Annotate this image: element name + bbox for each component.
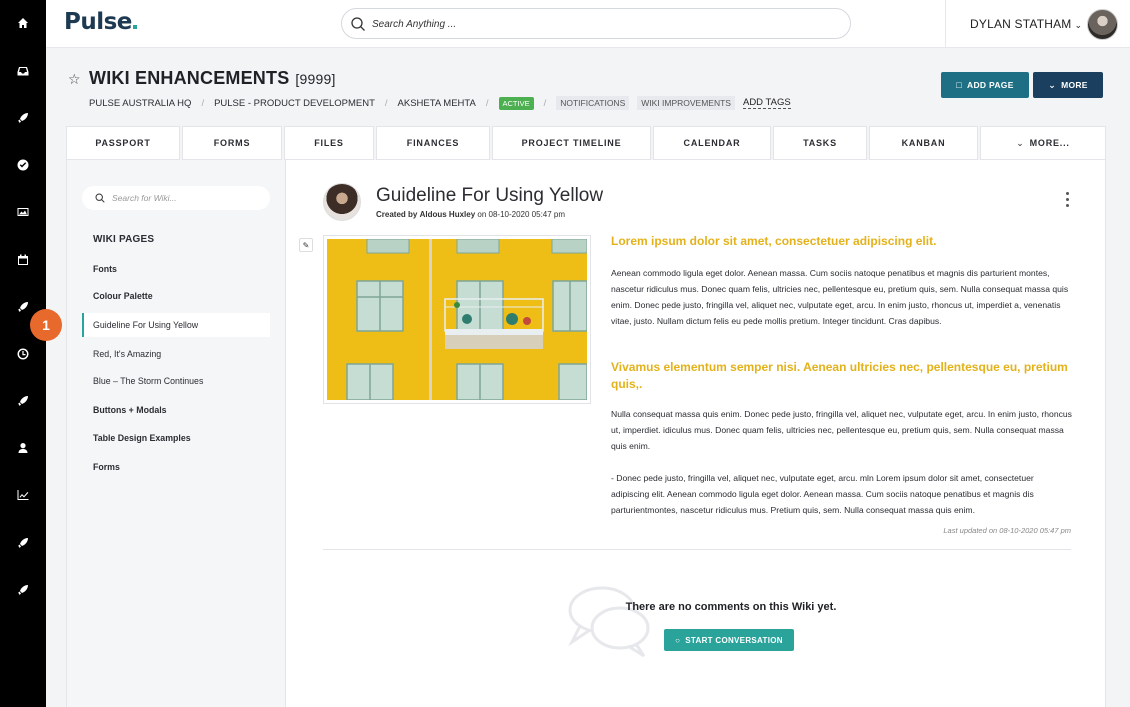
wiki-pages-heading: WIKI PAGES <box>93 234 155 245</box>
page-title: WIKI ENHANCEMENTS [9999] <box>89 68 336 88</box>
last-updated: Last updated on 08-10-2020 05:47 pm <box>943 526 1071 535</box>
wiki-page-item[interactable]: Red, It's Amazing <box>82 342 270 366</box>
main-panel: WIKI PAGES Fonts Colour Palette Guidelin… <box>66 160 1106 707</box>
tab-project-timeline[interactable]: PROJECT TIMELINE <box>492 126 651 160</box>
search-icon <box>95 193 105 203</box>
start-conversation-button[interactable]: ○ START CONVERSATION <box>664 629 794 651</box>
author-avatar[interactable] <box>323 183 361 221</box>
user-avatar[interactable] <box>1087 9 1118 40</box>
left-rail <box>0 0 46 707</box>
created-by: Created by Aldous Huxley on 08-10-2020 0… <box>376 210 566 219</box>
wiki-page-item[interactable]: Buttons + Modals <box>82 398 270 422</box>
pencil-icon[interactable]: ✎ <box>299 238 313 252</box>
tab-kanban[interactable]: KANBAN <box>869 126 978 160</box>
tab-passport[interactable]: PASSPORT <box>66 126 180 160</box>
wiki-title: Guideline For Using Yellow <box>376 185 604 206</box>
top-bar: Pulse DYLAN STATHAM⌄ <box>46 0 1130 48</box>
chat-bubble-icon: ○ <box>675 635 681 645</box>
global-search-input[interactable] <box>372 15 812 33</box>
tab-calendar[interactable]: CALENDAR <box>653 126 771 160</box>
breadcrumb: PULSE AUSTRALIA HQ / PULSE - PRODUCT DEV… <box>89 96 791 110</box>
comments-empty-icon <box>568 586 650 658</box>
tab-bar: PASSPORT FORMS FILES FINANCES PROJECT TI… <box>66 126 1106 160</box>
divider <box>945 0 946 48</box>
breadcrumb-item[interactable]: PULSE - PRODUCT DEVELOPMENT <box>214 98 375 109</box>
user-menu[interactable]: DYLAN STATHAM ⌄ <box>970 17 1082 31</box>
wiki-page-item[interactable]: Forms <box>82 455 270 479</box>
breadcrumb-item[interactable]: PULSE AUSTRALIA HQ <box>89 98 191 109</box>
yellow-building-photo <box>327 238 588 401</box>
wiki-page-item[interactable]: Blue – The Storm Continues <box>82 369 270 393</box>
breadcrumb-item[interactable]: AKSHETA MEHTA <box>398 98 476 109</box>
tab-forms[interactable]: FORMS <box>182 126 282 160</box>
wiki-page-item-selected[interactable]: Guideline For Using Yellow <box>82 313 270 337</box>
chevron-down-icon: ⌄ <box>1048 79 1057 90</box>
chevron-down-icon: ⌄ <box>1074 20 1083 30</box>
calendar-icon[interactable] <box>0 248 46 272</box>
paragraph-1: Aenean commodo ligula eget dolor. Aenean… <box>611 268 1069 326</box>
wiki-image <box>323 235 591 404</box>
rocket-icon[interactable] <box>0 578 46 602</box>
tab-tasks[interactable]: TASKS <box>773 126 867 160</box>
divider <box>323 549 1071 550</box>
paragraph-3: - Donec pede justo, fringilla vel, aliqu… <box>611 473 1034 515</box>
project-id: [9999] <box>295 71 336 87</box>
wiki-page-item[interactable]: Table Design Examples <box>82 426 270 450</box>
rocket-icon[interactable] <box>0 106 46 130</box>
rocket-icon[interactable] <box>0 531 46 555</box>
paragraph-2: Nulla consequat massa quis enim. Donec p… <box>611 409 1072 451</box>
add-tags-link[interactable]: ADD TAGS <box>742 97 791 109</box>
wiki-page-item[interactable]: Colour Palette <box>82 284 270 308</box>
wiki-search[interactable] <box>82 186 270 210</box>
favorite-star-icon[interactable]: ☆ <box>68 71 81 88</box>
section-heading-2: Vivamus elementum semper nisi. Aenean ul… <box>611 360 1068 391</box>
kebab-menu-icon[interactable] <box>1066 192 1070 210</box>
check-circle-icon[interactable] <box>0 153 46 177</box>
no-comments-text: There are no comments on this Wiki yet. <box>625 601 837 613</box>
author-name[interactable]: Aldous Huxley <box>420 210 476 219</box>
inbox-icon[interactable] <box>0 59 46 83</box>
tab-finances[interactable]: FINANCES <box>376 126 490 160</box>
global-search[interactable] <box>341 8 851 39</box>
search-icon <box>351 17 365 31</box>
wiki-sidebar: WIKI PAGES Fonts Colour Palette Guidelin… <box>67 160 286 707</box>
step-marker: 1 <box>30 309 62 341</box>
tag-wiki-improvements[interactable]: WIKI IMPROVEMENTS <box>637 96 735 110</box>
chart-icon[interactable] <box>0 483 46 507</box>
pulse-logo[interactable]: Pulse <box>64 9 137 35</box>
tab-more[interactable]: ⌄ MORE... <box>980 126 1106 160</box>
rocket-icon[interactable] <box>0 389 46 413</box>
user-name: DYLAN STATHAM <box>970 17 1072 31</box>
section-heading-1: Lorem ipsum dolor sit amet, consectetuer… <box>611 234 937 248</box>
page-icon: □ <box>956 80 963 90</box>
user-icon[interactable] <box>0 436 46 460</box>
tab-files[interactable]: FILES <box>284 126 374 160</box>
add-page-button[interactable]: □ ADD PAGE <box>941 72 1029 98</box>
clock-icon[interactable] <box>0 342 46 366</box>
wiki-search-input[interactable] <box>112 191 262 205</box>
wiki-content: Guideline For Using Yellow Created by Al… <box>286 160 1107 707</box>
tag-notifications[interactable]: NOTIFICATIONS <box>556 96 630 110</box>
chevron-down-icon: ⌄ <box>1016 137 1025 148</box>
image-icon[interactable] <box>0 200 46 224</box>
status-badge: ACTIVE <box>498 96 534 110</box>
wiki-page-item[interactable]: Fonts <box>82 257 270 281</box>
more-button[interactable]: ⌄ MORE <box>1033 72 1103 98</box>
home-icon[interactable] <box>0 11 46 35</box>
